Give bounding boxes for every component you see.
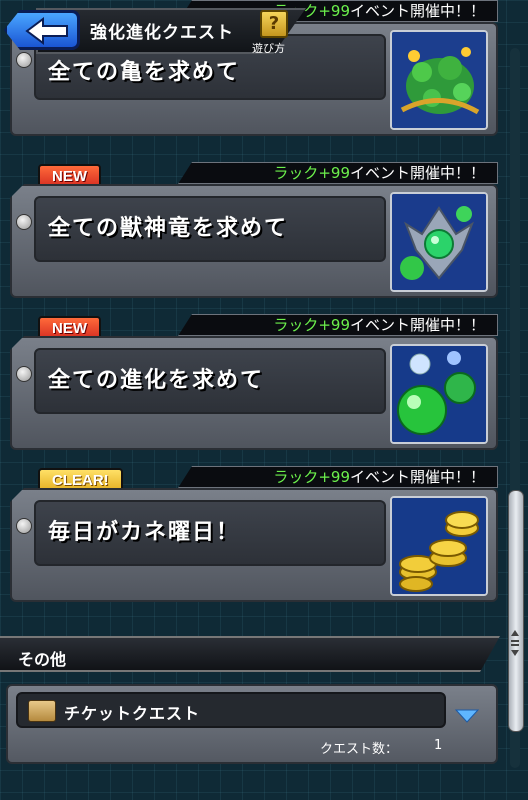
quest-card[interactable]: ラック+99イベント開催中！！ NEW 全ての獣神竜を求めて bbox=[10, 158, 498, 298]
ticket-quest-panel[interactable]: チケットクエスト クエスト数： 1 bbox=[6, 684, 498, 764]
ticket-quest-label: チケットクエスト bbox=[64, 704, 201, 723]
quest-list: ラック+99イベント開催中！！ 全ての亀を求めて ラック+99イベント開催中！！… bbox=[0, 0, 528, 620]
gold-coins-icon bbox=[390, 496, 488, 596]
event-banner: ラック+99イベント開催中！！ bbox=[178, 466, 498, 488]
pin-icon bbox=[16, 518, 32, 534]
event-bonus-text: ラック+99 bbox=[273, 316, 350, 334]
ticket-quest-name-box: チケットクエスト bbox=[16, 692, 446, 728]
section-title: その他 bbox=[18, 650, 67, 669]
chevron-down-icon[interactable] bbox=[454, 708, 480, 724]
quest-card-body: 全ての獣神竜を求めて bbox=[10, 184, 498, 298]
dragon-monster-icon bbox=[390, 192, 488, 292]
help-label: 遊び方 bbox=[252, 42, 285, 55]
page-title: 強化進化クエスト bbox=[90, 23, 234, 43]
quest-title: 全ての獣神竜を求めて bbox=[48, 216, 289, 241]
scrollbar-thumb[interactable] bbox=[508, 490, 524, 732]
event-status-text: イベント開催中！！ bbox=[349, 316, 485, 334]
quest-title: 全ての亀を求めて bbox=[48, 60, 241, 85]
event-banner: ラック+99イベント開催中！！ bbox=[178, 162, 498, 184]
quest-card-body: 全ての進化を求めて bbox=[10, 336, 498, 450]
help-icon: ? bbox=[260, 10, 288, 38]
pin-icon bbox=[16, 366, 32, 382]
quest-card-body: 毎日がカネ曜日！ bbox=[10, 488, 498, 602]
top-header: 強化進化クエスト ? 遊び方 bbox=[0, 0, 528, 58]
quest-count-value: 1 bbox=[434, 738, 443, 753]
event-bonus-text: ラック+99 bbox=[273, 164, 350, 182]
event-status-text: イベント開催中！！ bbox=[349, 164, 485, 182]
scroll-grip-icon bbox=[511, 630, 519, 656]
evolution-orbs-icon bbox=[390, 344, 488, 444]
event-status-text: イベント開催中！！ bbox=[349, 468, 485, 486]
pin-icon bbox=[16, 214, 32, 230]
back-button[interactable] bbox=[4, 10, 80, 50]
quest-count-label: クエスト数： bbox=[320, 742, 399, 757]
quest-title: 全ての進化を求めて bbox=[48, 368, 265, 393]
ticket-icon bbox=[28, 700, 56, 722]
event-bonus-text: ラック+99 bbox=[273, 468, 350, 486]
quest-card[interactable]: ラック+99イベント開催中！！ CLEAR! 毎日がカネ曜日！ bbox=[10, 462, 498, 602]
quest-card[interactable]: ラック+99イベント開催中！！ NEW 全ての進化を求めて bbox=[10, 310, 498, 450]
back-arrow-icon bbox=[25, 17, 68, 45]
event-banner: ラック+99イベント開催中！！ bbox=[178, 314, 498, 336]
help-button[interactable]: ? 遊び方 bbox=[252, 8, 298, 58]
other-section-header: その他 bbox=[0, 636, 500, 672]
quest-title: 毎日がカネ曜日！ bbox=[48, 520, 241, 545]
